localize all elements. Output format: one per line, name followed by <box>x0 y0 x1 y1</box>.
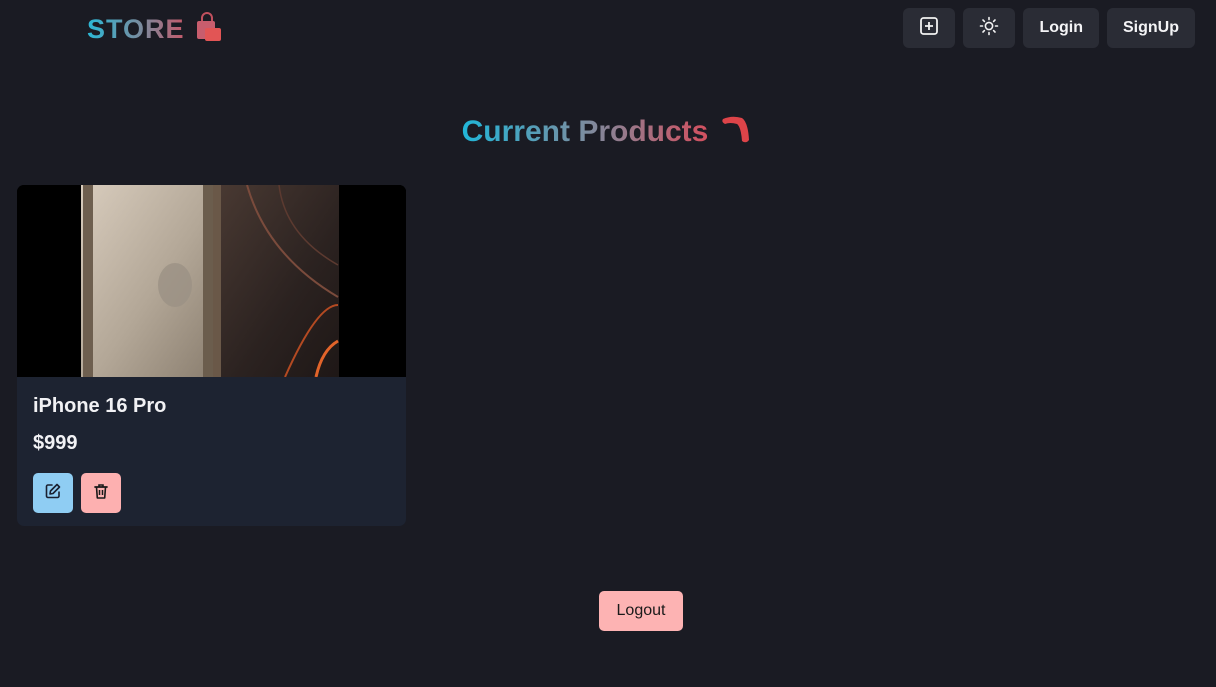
page-title-text: Current Products <box>462 115 709 149</box>
product-actions <box>33 473 390 513</box>
edit-icon <box>44 482 62 505</box>
logout-button[interactable]: Logout <box>599 591 683 631</box>
product-name: iPhone 16 Pro <box>33 395 167 417</box>
product-image <box>17 185 406 377</box>
product-card-body: iPhone 16 Pro $999 <box>17 377 406 526</box>
store-logo[interactable]: STORE <box>87 12 223 47</box>
edit-product-button[interactable] <box>33 473 73 513</box>
login-button[interactable]: Login <box>1023 8 1099 48</box>
product-price: $999 <box>33 432 78 454</box>
shopping-bag-icon <box>193 12 223 47</box>
delete-product-button[interactable] <box>81 473 121 513</box>
product-card: iPhone 16 Pro $999 <box>17 185 406 526</box>
trash-icon <box>92 482 110 505</box>
sun-icon <box>979 16 999 41</box>
theme-toggle-button[interactable] <box>963 8 1016 48</box>
boomerang-icon <box>720 113 754 150</box>
create-product-button[interactable] <box>903 8 956 48</box>
title-word-products: Products <box>578 114 709 148</box>
signup-button[interactable]: SignUp <box>1107 8 1195 48</box>
page: STORE Login SignUp Current Products iPho… <box>0 0 1216 687</box>
title-word-current: Current <box>461 114 570 148</box>
plus-square-icon <box>919 16 939 41</box>
logo-text: STORE <box>87 14 185 44</box>
page-title: Current Products <box>0 113 1216 150</box>
nav-buttons: Login SignUp <box>903 8 1195 48</box>
